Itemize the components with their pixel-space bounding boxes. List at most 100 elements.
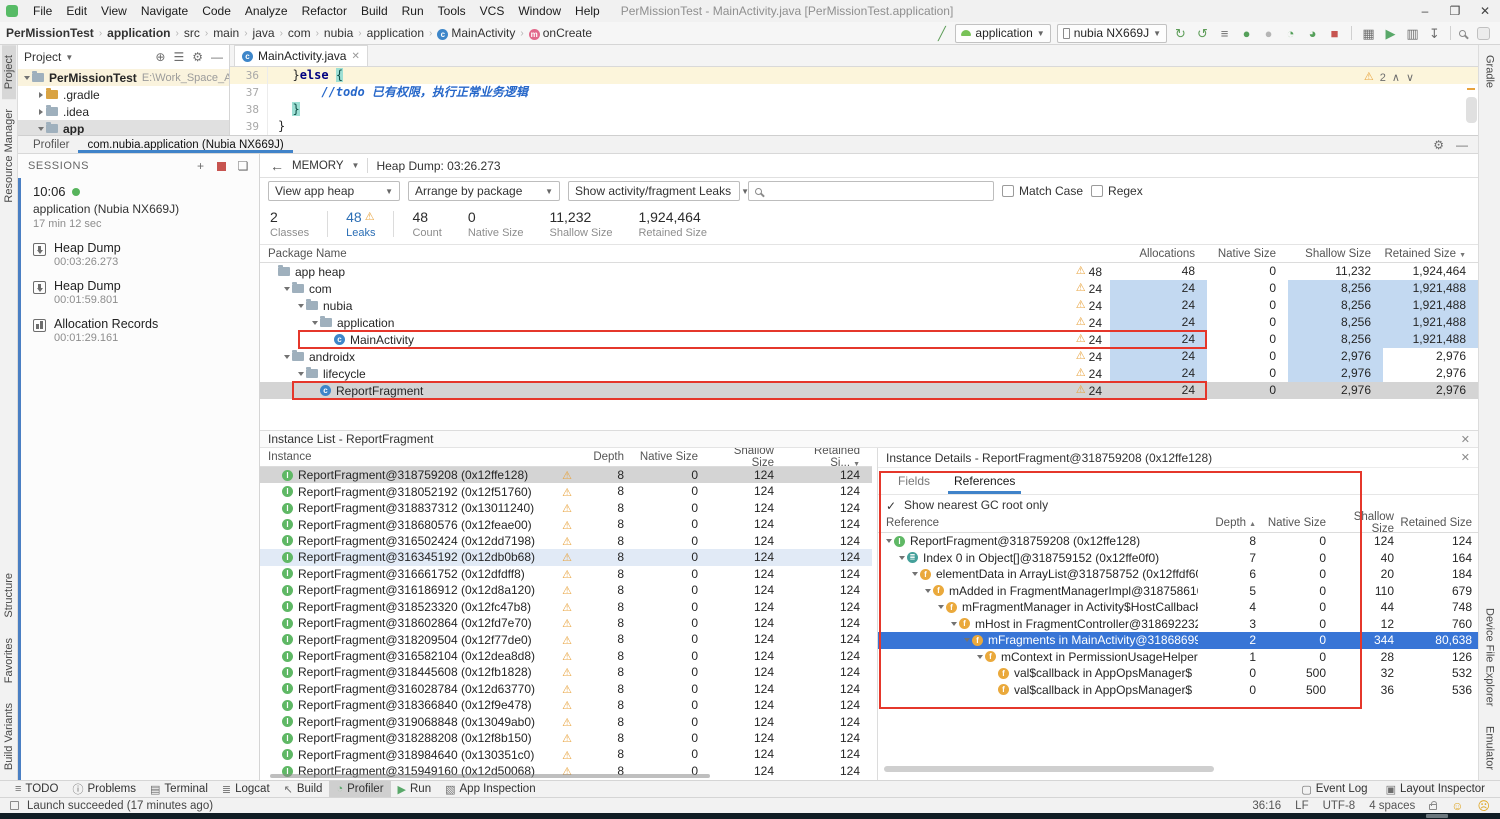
sync-project-icon[interactable]: ↧ (1427, 27, 1442, 40)
strip-item-structure[interactable]: Structure (2, 563, 16, 628)
instance-row[interactable]: I ReportFragment@316186912 (0x12d8a120) ⚠ 8… (260, 582, 872, 598)
breadcrumb-item-oncreate[interactable]: m onCreate (528, 26, 592, 40)
profile-low-overhead-icon[interactable]: ◕ (1305, 27, 1320, 40)
strip-item-gradle[interactable]: Gradle (1483, 45, 1497, 98)
profiler-tab-session[interactable]: com.nubia.application (Nubia NX669J) (78, 136, 293, 153)
stop-icon[interactable]: ■ (1327, 27, 1342, 40)
menu-tools[interactable]: Tools (431, 4, 473, 18)
breadcrumb-item-nubia[interactable]: nubia (324, 26, 353, 40)
reference-row[interactable]: f mHost in FragmentController@318692232 3 0… (878, 616, 1478, 633)
strip-item-build-variants[interactable]: Build Variants (2, 693, 16, 780)
search-input[interactable] (748, 181, 994, 201)
menu-vcs[interactable]: VCS (473, 4, 512, 18)
menu-run[interactable]: Run (395, 4, 431, 18)
package-row-nubia[interactable]: nubia ⚠ 24 24 0 8,256 1,921,488 (260, 297, 1478, 314)
line-ending[interactable]: LF (1295, 800, 1308, 812)
session-entry-heap-dump[interactable]: Heap Dump 00:01:59.801 (33, 279, 259, 306)
menu-help[interactable]: Help (568, 4, 607, 18)
breadcrumb-item-application[interactable]: application (367, 26, 424, 40)
search-icon[interactable] (1459, 29, 1466, 37)
stop-session-icon[interactable] (216, 161, 226, 171)
instance-row[interactable]: I ReportFragment@319068848 (0x13049ab0) ⚠ 8… (260, 714, 872, 730)
tab-fields[interactable]: Fields (888, 474, 940, 494)
tool-window-tab-todo[interactable]: ≡ TODO (8, 781, 65, 798)
chevron-right-icon[interactable] (36, 91, 46, 98)
chevron-down-icon[interactable] (22, 75, 32, 80)
menu-navigate[interactable]: Navigate (134, 4, 195, 18)
chevron-down-icon[interactable] (296, 303, 306, 308)
strip-item-device-file-explorer[interactable]: Device File Explorer (1483, 598, 1497, 716)
column-header-reference[interactable]: Reference (878, 517, 1198, 529)
reference-row[interactable]: f elementData in ArrayList@318758752 (0x1… (878, 566, 1478, 583)
pencil-icon[interactable]: ╱ (934, 27, 949, 40)
horizontal-scrollbar[interactable] (270, 774, 710, 778)
collapse-all-icon[interactable]: ☰ (173, 50, 184, 64)
chevron-down-icon[interactable] (923, 588, 933, 593)
breadcrumb-item-java[interactable]: java (253, 26, 275, 40)
session-entry-heap-dump[interactable]: Heap Dump 00:03:26.273 (33, 241, 259, 268)
tool-window-tab-terminal[interactable]: ▤ Terminal (143, 781, 215, 798)
caret-position[interactable]: 36:16 (1252, 800, 1281, 812)
arrange-select[interactable]: Arrange by package ▼ (408, 181, 560, 201)
menu-refactor[interactable]: Refactor (295, 4, 354, 18)
reference-row[interactable]: f mFragmentManager in Activity$HostCallba… (878, 599, 1478, 616)
reference-row[interactable]: f mContext in PermissionUsageHelper 1 0 28 12… (878, 649, 1478, 666)
prev-warning-icon[interactable]: ∧ (1392, 71, 1400, 84)
menu-build[interactable]: Build (354, 4, 395, 18)
breadcrumb-item-com[interactable]: com (288, 26, 311, 40)
add-session-icon[interactable]: + (197, 159, 205, 173)
leaks-select[interactable]: Show activity/fragment Leaks ▼ (568, 181, 749, 201)
avatar[interactable] (1477, 26, 1490, 40)
tab-mainactivity-java[interactable]: c MainActivity.java ✕ (234, 45, 368, 66)
frowny-icon[interactable]: ☹ (1477, 799, 1490, 813)
editor-scrollbar[interactable] (1466, 97, 1477, 123)
profile-icon[interactable]: ◔ (1283, 27, 1298, 40)
project-tree-item-PerMissionTest[interactable]: PerMissionTest E:\Work_Space_A (18, 69, 229, 86)
chevron-down-icon[interactable] (36, 126, 46, 131)
hide-panel-icon[interactable]: — (211, 50, 223, 64)
column-header-package-name[interactable]: Package Name (260, 248, 1020, 260)
instance-row[interactable]: I ReportFragment@316502424 (0x12dd7198) ⚠ 8… (260, 533, 872, 549)
instance-row[interactable]: I ReportFragment@318445608 (0x12fb1828) ⚠ 8… (260, 664, 872, 680)
match-case-checkbox[interactable]: Match Case (1002, 184, 1083, 198)
strip-item-favorites[interactable]: Favorites (2, 628, 16, 693)
code-area[interactable]: 36 }else {37 //todo 已有权限，执行正常业务逻辑 38 } 39} (230, 67, 1478, 135)
smiley-icon[interactable]: ☺ (1451, 799, 1463, 813)
instance-row[interactable]: I ReportFragment@318837312 (0x13011240) ⚠ 8… (260, 500, 872, 516)
readonly-lock-icon[interactable] (1429, 801, 1438, 810)
menu-analyze[interactable]: Analyze (238, 4, 295, 18)
tool-window-tab-profiler[interactable]: ◔ Profiler (329, 780, 391, 798)
column-header-shallow-size[interactable]: Shallow Size (1288, 248, 1383, 260)
memory-label[interactable]: MEMORY (292, 160, 344, 172)
column-header-native-size[interactable]: Native Size (1207, 248, 1288, 260)
locate-file-icon[interactable]: ⊕ (155, 50, 165, 64)
run-configuration-select[interactable]: application ▼ (955, 23, 1051, 43)
column-header-instance[interactable]: Instance (260, 451, 554, 463)
column-header-depth[interactable]: Depth (580, 451, 636, 463)
instance-row[interactable]: I ReportFragment@318984640 (0x130351c0) ⚠ 8… (260, 746, 872, 762)
session-entry-allocation-records[interactable]: Allocation Records 00:01:29.161 (33, 317, 259, 344)
device-manager-icon[interactable]: ▦ (1361, 27, 1376, 40)
column-header-shallow-size[interactable]: Shallow Size (1332, 511, 1400, 535)
package-row-lifecycle[interactable]: lifecycle ⚠ 24 24 0 2,976 2,976 (260, 365, 1478, 382)
column-header-allocations[interactable]: Allocations (1110, 248, 1207, 260)
reference-row[interactable]: f val$callback in AppOpsManager$ 0 500 32 532 (878, 665, 1478, 682)
instance-row[interactable]: I ReportFragment@318759208 (0x12ffe128) ⚠ 8… (260, 467, 872, 484)
close-icon[interactable]: ✕ (351, 51, 359, 62)
instance-row[interactable]: I ReportFragment@316661752 (0x12dfdff8) ⚠ 8… (260, 566, 872, 582)
chevron-down-icon[interactable] (884, 539, 894, 544)
column-header-nativesize[interactable]: Native Size (636, 451, 710, 463)
minimize-panel-icon[interactable]: — (1456, 138, 1468, 152)
instance-row[interactable]: I ReportFragment@318602864 (0x12fd7e70) ⚠ 8… (260, 615, 872, 631)
close-icon[interactable]: ✕ (1461, 433, 1470, 446)
chevron-down-icon[interactable] (897, 555, 907, 560)
tool-window-tab-app-inspection[interactable]: ▧ App Inspection (438, 781, 543, 798)
breadcrumb-item-permissiontest[interactable]: PerMissionTest (6, 26, 94, 40)
debug-icon[interactable]: ● (1239, 27, 1254, 40)
chevron-down-icon[interactable] (910, 572, 920, 577)
column-header-depth[interactable]: Depth ▲ (1198, 517, 1262, 529)
project-panel-title[interactable]: Project (24, 50, 61, 64)
reference-row[interactable]: ≣ Index 0 in Object[]@318759152 (0x12ffe0… (878, 550, 1478, 567)
chevron-down-icon[interactable] (310, 320, 320, 325)
column-header-retained-size[interactable]: Retained Size ▼ (1383, 248, 1478, 260)
